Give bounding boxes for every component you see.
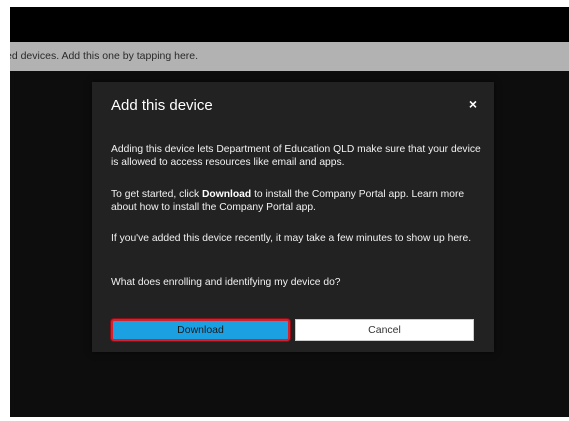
download-button[interactable]: Download <box>111 319 290 341</box>
dialog-recent-note: If you've added this device recently, it… <box>111 233 472 244</box>
add-device-dialog: Add this device × Adding this device let… <box>92 82 494 352</box>
notification-banner[interactable]: ed devices. Add this one by tapping here… <box>10 42 569 71</box>
cancel-button[interactable]: Cancel <box>295 319 474 341</box>
instructions-download-emphasis: Download <box>202 189 252 200</box>
app-screen: ed devices. Add this one by tapping here… <box>10 7 569 417</box>
banner-text: ed devices. Add this one by tapping here… <box>10 50 199 62</box>
dialog-description: Adding this device lets Department of Ed… <box>111 144 481 168</box>
close-icon[interactable]: × <box>464 95 482 113</box>
dialog-title: Add this device <box>111 97 213 114</box>
dialog-instructions: To get started, click Download to instal… <box>111 188 481 214</box>
instructions-prefix: To get started, click <box>111 189 202 200</box>
enrolling-info-link[interactable]: What does enrolling and identifying my d… <box>111 276 481 289</box>
